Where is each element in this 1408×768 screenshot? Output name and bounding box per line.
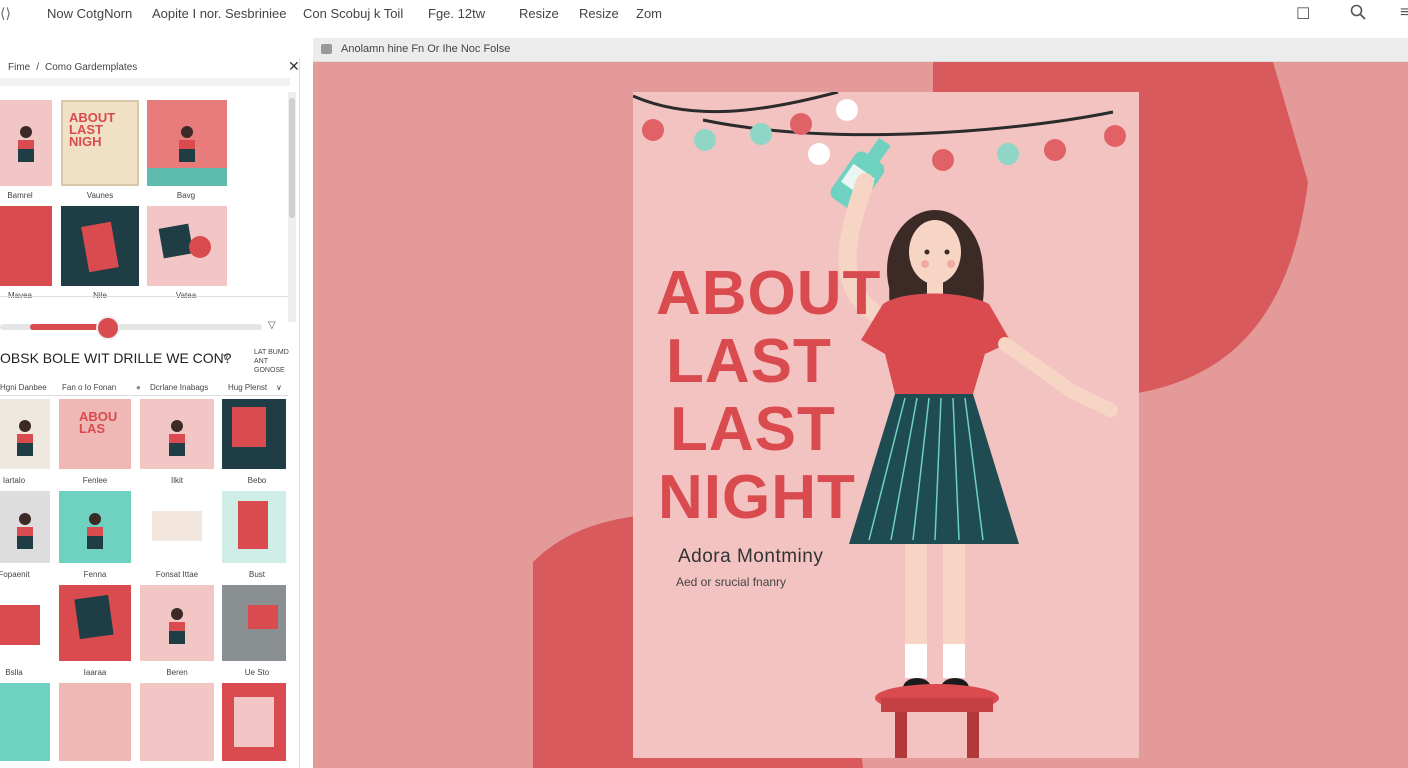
section-title: OBSK BOLE WIT DRILLE WE CON? — [0, 350, 232, 366]
template-thumb[interactable] — [61, 206, 139, 286]
template-thumb[interactable] — [0, 491, 50, 563]
template-thumb[interactable] — [0, 206, 52, 286]
template-caption: Ilkit — [171, 476, 183, 485]
templates-panel: Fime / Como Gardemplates ✕ Bamrel ABOUT LA… — [0, 58, 300, 768]
template-caption: Fonsat Ittae — [155, 570, 199, 579]
template-thumb[interactable] — [59, 683, 131, 761]
template-thumb[interactable] — [140, 491, 214, 563]
template-thumb[interactable] — [140, 683, 214, 761]
filter-item[interactable]: Dcrlane Inabags — [150, 383, 208, 392]
template-thumb[interactable] — [0, 683, 50, 761]
template-thumb[interactable] — [140, 585, 214, 661]
template-caption: Bslla — [5, 668, 23, 677]
filter-item[interactable]: Fan o Io Fonan — [62, 383, 116, 392]
template-thumb[interactable] — [222, 399, 286, 469]
back-forward-icon[interactable]: ⟨⟩ — [0, 5, 11, 22]
template-caption: Ue Sto — [244, 668, 270, 677]
filter-dot-icon: ● — [136, 383, 141, 392]
template-caption: Bavg — [176, 191, 196, 200]
filter-item[interactable]: Hgni Danbee — [0, 383, 47, 392]
template-caption: Vaunes — [86, 191, 114, 200]
template-thumb[interactable] — [59, 585, 131, 661]
square-icon[interactable]: ☐ — [1296, 4, 1310, 24]
template-thumb[interactable] — [147, 206, 227, 286]
filter-item[interactable]: Hug Plenst — [228, 383, 267, 392]
breadcrumb-item-templates[interactable]: Como Gardemplates — [45, 62, 137, 73]
template-title: ABOUT LAST NIGH — [69, 110, 116, 149]
menu-item-1[interactable]: Now CotgNorn — [47, 6, 132, 21]
document-title: Anolamn hine Fn Or Ihe Noc Folse — [341, 43, 511, 55]
template-title: ABOU LAS — [79, 409, 118, 436]
menu-item-3[interactable]: Con Scobuj k Toil — [303, 6, 403, 21]
breadcrumb-item-home[interactable]: Fime — [8, 62, 30, 73]
template-thumb[interactable] — [59, 491, 131, 563]
template-thumb[interactable]: ABOUT LAST NIGH — [61, 100, 139, 186]
cover-author[interactable]: Adora Montminy — [678, 546, 823, 568]
template-caption: Fopaenit — [0, 570, 30, 579]
chevron-down-icon[interactable]: ∨ — [276, 383, 282, 392]
resize-button-1[interactable]: Resize — [519, 6, 559, 21]
template-thumb[interactable] — [222, 585, 286, 661]
template-caption: Bust — [248, 570, 265, 579]
cover-subtitle[interactable]: Aed or srucial fnanry — [676, 575, 786, 589]
panel-header-strip — [0, 78, 290, 86]
zoom-slider-knob[interactable] — [96, 316, 120, 340]
menu-item-4[interactable]: Fge. 12tw — [428, 6, 485, 21]
search-icon[interactable] — [1350, 4, 1366, 25]
cover-title-line-2[interactable]: LAST — [666, 326, 832, 397]
template-caption: Iaaraa — [83, 668, 107, 677]
chevron-down-icon[interactable]: ∨ — [222, 352, 229, 363]
template-caption: Beren — [166, 668, 188, 677]
close-icon[interactable]: ✕ — [288, 58, 299, 75]
template-thumb[interactable] — [0, 399, 50, 469]
scrollbar-thumb[interactable] — [289, 98, 295, 218]
filter-bar: Hgni Danbee Fan o Io Fonan ● Dcrlane Ina… — [0, 380, 288, 396]
menu-item-2[interactable]: Aopite I nor. Sesbriniee — [152, 6, 286, 21]
template-caption: Iartalo — [2, 476, 26, 485]
breadcrumb: Fime / Como Gardemplates — [8, 62, 138, 73]
template-thumb[interactable] — [222, 491, 286, 563]
resize-button-2[interactable]: Resize — [579, 6, 619, 21]
zoom-button[interactable]: Zom — [636, 6, 662, 21]
template-caption: Bebo — [247, 476, 267, 485]
template-thumb[interactable] — [0, 585, 50, 661]
template-thumb[interactable]: ABOU LAS — [59, 399, 131, 469]
template-caption: Bamrel — [7, 191, 33, 200]
section-side-note: LAT BUMD ANT GONOSE — [254, 348, 299, 375]
menu-icon[interactable]: ≡ — [1400, 4, 1408, 22]
top-toolbar: ⟨⟩ Now CotgNorn Aopite I nor. Sesbriniee… — [0, 0, 1408, 30]
section-side-line: ANT GONOSE — [254, 358, 285, 374]
cover-title-line-1[interactable]: ABOUT — [656, 258, 881, 329]
template-caption: Fenna — [83, 570, 107, 579]
document-tab[interactable]: Anolamn hine Fn Or Ihe Noc Folse — [313, 38, 1408, 62]
cover-title-line-3[interactable]: LAST — [670, 394, 836, 465]
template-thumb[interactable] — [222, 683, 286, 761]
template-caption: Fenlee — [82, 476, 108, 485]
section-side-line: LAT BUMD — [254, 349, 289, 356]
document-icon — [321, 44, 332, 54]
chevron-down-icon[interactable]: ▽ — [268, 320, 276, 331]
template-thumb[interactable] — [140, 399, 214, 469]
cover-title-line-4[interactable]: NIGHT — [658, 462, 856, 533]
template-thumb[interactable] — [0, 100, 52, 186]
template-thumb[interactable] — [147, 100, 227, 186]
